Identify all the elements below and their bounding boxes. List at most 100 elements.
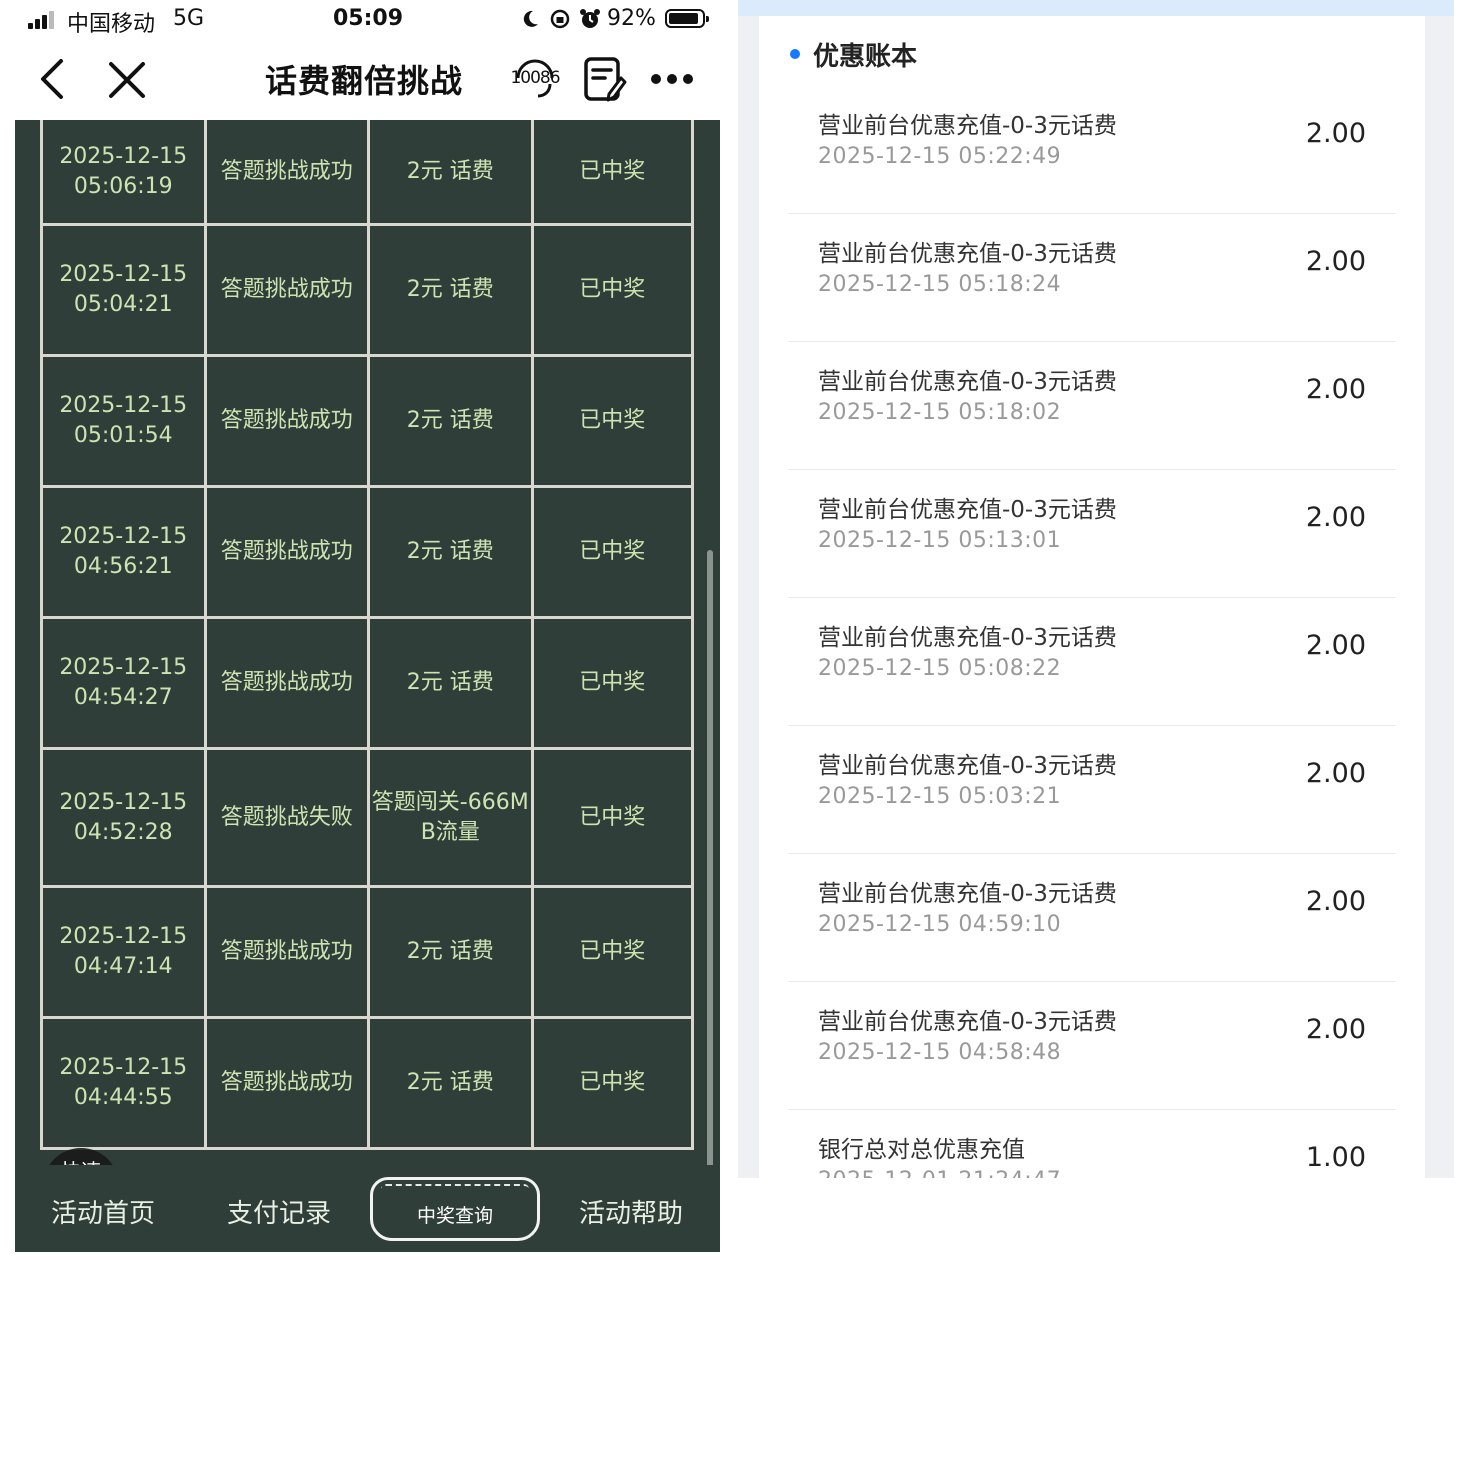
moon-icon — [523, 10, 538, 27]
record-date: 2025-12-15 04:54:27 — [40, 619, 204, 747]
more-icon[interactable] — [650, 72, 694, 86]
ledger-item[interactable]: 营业前台优惠充值-0-3元话费 2025-12-15 04:58:48 2.00 — [788, 982, 1396, 1110]
record-result: 答题挑战成功 — [203, 619, 368, 747]
ledger-item[interactable]: 营业前台优惠充值-0-3元话费 2025-12-15 05:13:01 2.00 — [788, 470, 1396, 598]
service-10086-icon[interactable]: 10086 — [510, 54, 561, 104]
record-date: 2025-12-15 04:52:28 — [40, 750, 204, 885]
table-row: 2025-12-15 05:04:21 答题挑战成功 2元 话费 已中奖 — [40, 226, 694, 357]
ledger-item[interactable]: 营业前台优惠充值-0-3元话费 2025-12-15 05:18:02 2.00 — [788, 342, 1396, 470]
notes-icon[interactable] — [583, 56, 629, 104]
status-bar: 中国移动 5G 05:09 92% — [15, 0, 720, 40]
ledger-item-title: 营业前台优惠充值-0-3元话费 — [818, 881, 1117, 907]
ledger-item-date: 2025-12-15 04:58:48 — [818, 1040, 1062, 1065]
record-prize: 2元 话费 — [367, 120, 531, 223]
ledger-item-title: 营业前台优惠充值-0-3元话费 — [818, 241, 1117, 267]
record-prize: 2元 话费 — [367, 226, 531, 354]
ledger-item-date: 2025-12-15 05:08:22 — [818, 656, 1062, 681]
battery-percent: 92% — [607, 6, 656, 31]
tab-payments[interactable]: 支付记录 — [227, 1193, 331, 1230]
record-result: 答题挑战成功 — [203, 888, 368, 1016]
ledger-item-title: 营业前台优惠充值-0-3元话费 — [818, 753, 1117, 779]
ledger-item-title: 营业前台优惠充值-0-3元话费 — [818, 497, 1117, 523]
tab-prize-query[interactable]: 中奖查询 — [370, 1177, 540, 1241]
close-icon[interactable] — [107, 60, 147, 100]
record-result: 答题挑战成功 — [203, 488, 368, 616]
record-prize: 2元 话费 — [367, 357, 531, 485]
prize-record-screen: 中国移动 5G 05:09 92% 话费翻倍挑战 10086 2025-12-1… — [15, 0, 720, 1252]
top-band — [738, 0, 1454, 16]
carrier-name: 中国移动 — [67, 12, 156, 37]
prize-records-board: 2025-12-15 05:06:19 答题挑战成功 2元 话费 已中奖 2025-12… — [15, 120, 720, 1165]
ledger-item-amount: 2.00 — [1305, 630, 1366, 661]
ledger-item[interactable]: 营业前台优惠充值-0-3元话费 2025-12-15 05:22:49 2.00 — [788, 86, 1396, 214]
ledger-item-date: 2025-12-01 21:24:47 — [818, 1168, 1061, 1178]
ledger-item-title: 营业前台优惠充值-0-3元话费 — [818, 369, 1117, 395]
record-date: 2025-12-15 05:01:54 — [40, 357, 204, 485]
nav-bar: 话费翻倍挑战 10086 — [15, 40, 720, 120]
record-status: 已中奖 — [530, 1019, 694, 1147]
ledger-item[interactable]: 营业前台优惠充值-0-3元话费 2025-12-15 05:18:24 2.00 — [788, 214, 1396, 342]
record-status: 已中奖 — [530, 226, 694, 354]
alarm-icon — [580, 9, 600, 28]
ledger-item-amount: 1.00 — [1305, 1142, 1366, 1173]
ledger-item[interactable]: 营业前台优惠充值-0-3元话费 2025-12-15 05:08:22 2.00 — [788, 598, 1396, 726]
record-status: 已中奖 — [530, 750, 694, 885]
ledger-item-amount: 2.00 — [1305, 886, 1366, 917]
record-date: 2025-12-15 05:04:21 — [40, 226, 204, 354]
table-row: 2025-12-15 04:54:27 答题挑战成功 2元 话费 已中奖 — [40, 619, 694, 750]
ledger-item-title: 银行总对总优惠充值 — [818, 1137, 1025, 1163]
scrollbar[interactable] — [707, 550, 713, 1165]
discount-ledger-screen: 优惠账本 营业前台优惠充值-0-3元话费 2025-12-15 05:22:49 2… — [738, 0, 1454, 1178]
table-row: 2025-12-15 04:47:14 答题挑战成功 2元 话费 已中奖 — [40, 888, 694, 1019]
table-row: 2025-12-15 04:44:55 答题挑战成功 2元 话费 已中奖 — [40, 1019, 694, 1150]
section-dot — [790, 49, 800, 59]
record-status: 已中奖 — [530, 619, 694, 747]
quick-nav-button[interactable]: 快速 导航 — [43, 1148, 119, 1165]
ledger-item-amount: 2.00 — [1305, 758, 1366, 789]
record-result: 答题挑战失败 — [203, 750, 368, 885]
ledger-item-title: 营业前台优惠充值-0-3元话费 — [818, 113, 1117, 139]
record-result: 答题挑战成功 — [203, 226, 368, 354]
record-date: 2025-12-15 04:47:14 — [40, 888, 204, 1016]
signal-icon — [28, 11, 58, 29]
ledger-item[interactable]: 营业前台优惠充值-0-3元话费 2025-12-15 05:03:21 2.00 — [788, 726, 1396, 854]
rotation-lock-icon — [550, 9, 570, 29]
ledger-item-title: 营业前台优惠充值-0-3元话费 — [818, 1009, 1117, 1035]
ledger-card: 优惠账本 营业前台优惠充值-0-3元话费 2025-12-15 05:22:49 2… — [759, 16, 1425, 1178]
back-icon[interactable] — [37, 58, 67, 100]
ledger-item-title: 营业前台优惠充值-0-3元话费 — [818, 625, 1117, 651]
battery-icon — [665, 9, 709, 28]
ledger-item-date: 2025-12-15 05:18:02 — [818, 400, 1062, 425]
record-date: 2025-12-15 05:06:19 — [40, 120, 204, 223]
ledger-item-amount: 2.00 — [1305, 374, 1366, 405]
ledger-item-date: 2025-12-15 05:13:01 — [818, 528, 1062, 553]
record-status: 已中奖 — [530, 357, 694, 485]
tab-bar: 活动首页 支付记录 中奖查询 活动帮助 — [15, 1165, 720, 1252]
network-type: 5G — [173, 6, 205, 31]
tab-home[interactable]: 活动首页 — [51, 1193, 155, 1230]
ledger-item-date: 2025-12-15 05:18:24 — [818, 272, 1062, 297]
ledger-item-amount: 2.00 — [1305, 246, 1366, 277]
record-date: 2025-12-15 04:56:21 — [40, 488, 204, 616]
clock: 05:09 — [333, 6, 404, 31]
page-title: 话费翻倍挑战 — [265, 62, 464, 100]
service-number: 10086 — [510, 68, 560, 88]
record-status: 已中奖 — [530, 488, 694, 616]
record-date: 2025-12-15 04:44:55 — [40, 1019, 204, 1147]
ledger-item[interactable]: 银行总对总优惠充值 2025-12-01 21:24:47 1.00 — [788, 1110, 1396, 1178]
ledger-item-date: 2025-12-15 05:22:49 — [818, 144, 1062, 169]
record-result: 答题挑战成功 — [203, 357, 368, 485]
record-result: 答题挑战成功 — [203, 1019, 368, 1147]
record-prize: 答题闯关-666M B流量 — [367, 750, 531, 885]
record-result: 答题挑战成功 — [203, 120, 368, 223]
ledger-item-amount: 2.00 — [1305, 118, 1366, 149]
table-row: 2025-12-15 04:56:21 答题挑战成功 2元 话费 已中奖 — [40, 488, 694, 619]
ledger-item-date: 2025-12-15 05:03:21 — [818, 784, 1062, 809]
record-prize: 2元 话费 — [367, 888, 531, 1016]
table-row: 2025-12-15 05:01:54 答题挑战成功 2元 话费 已中奖 — [40, 357, 694, 488]
records-table: 2025-12-15 05:06:19 答题挑战成功 2元 话费 已中奖 2025-12… — [40, 120, 694, 1150]
record-status: 已中奖 — [530, 888, 694, 1016]
tab-help[interactable]: 活动帮助 — [579, 1193, 683, 1230]
record-prize: 2元 话费 — [367, 488, 531, 616]
ledger-item[interactable]: 营业前台优惠充值-0-3元话费 2025-12-15 04:59:10 2.00 — [788, 854, 1396, 982]
